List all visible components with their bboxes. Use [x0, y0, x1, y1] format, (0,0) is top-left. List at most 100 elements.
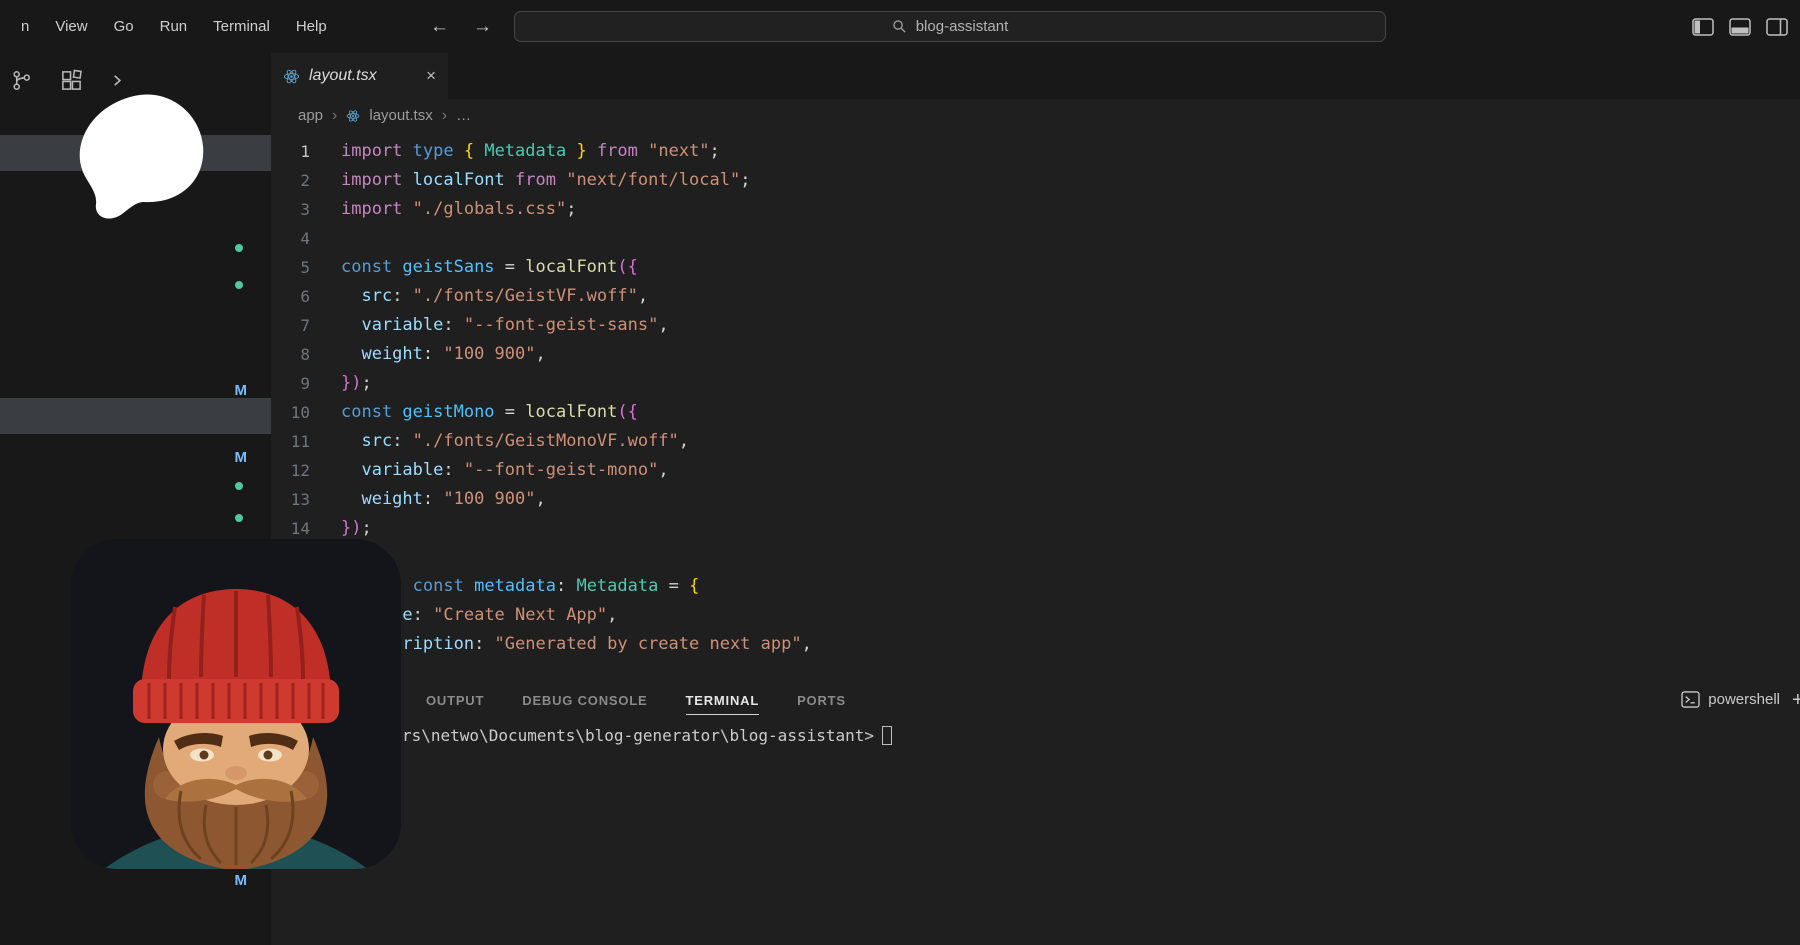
line-number: 9	[271, 369, 341, 398]
code-line[interactable]: 4	[271, 224, 1800, 253]
git-modified-badge: M	[235, 449, 248, 466]
code-token: const	[341, 253, 402, 282]
code-line[interactable]: 10const geistMono = localFont({	[271, 398, 1800, 427]
code-token: })	[341, 369, 361, 398]
code-token: from	[587, 137, 648, 166]
code-line[interactable]: 15	[271, 543, 1800, 572]
tab-label: layout.tsx	[309, 67, 377, 85]
line-number: 8	[271, 340, 341, 369]
code-token: localFont	[525, 398, 617, 427]
git-status-dot	[235, 244, 243, 252]
code-token: "Generated by create next app"	[495, 630, 802, 659]
menu-terminal[interactable]: Terminal	[200, 18, 283, 35]
code-token: geistMono	[402, 398, 504, 427]
code-line[interactable]: 12 variable: "--font-geist-mono",	[271, 456, 1800, 485]
back-arrow-icon[interactable]: ←	[430, 16, 449, 38]
code-line[interactable]: 8 weight: "100 900",	[271, 340, 1800, 369]
code-token: import	[341, 137, 402, 166]
code-line[interactable]: 1import type { Metadata } from "next";	[271, 137, 1800, 166]
powershell-terminal-icon	[1681, 691, 1700, 708]
code-token: geistSans	[402, 253, 504, 282]
close-tab-icon[interactable]: ×	[426, 66, 436, 86]
panel-tab-ports[interactable]: PORTS	[797, 693, 846, 715]
code-token: ,	[802, 630, 812, 659]
editor: layout.tsx × app › layout.tsx › … 1impor…	[271, 53, 1800, 945]
code-token: ,	[536, 485, 546, 514]
breadcrumb-separator-icon: ›	[442, 107, 447, 125]
line-number: 1	[271, 137, 341, 166]
activity-bar	[0, 53, 271, 92]
code-token: type	[402, 137, 463, 166]
line-number: 4	[271, 224, 341, 253]
tab-layout-tsx[interactable]: layout.tsx ×	[271, 53, 448, 99]
code-line[interactable]: 16export const metadata: Metadata = {	[271, 572, 1800, 601]
terminal[interactable]: rs\netwo\Documents\blog-generator\blog-a…	[402, 726, 892, 745]
menu-help[interactable]: Help	[283, 18, 340, 35]
panel-tabs: OUTPUT DEBUG CONSOLE TERMINAL PORTS	[271, 675, 1800, 715]
forward-arrow-icon[interactable]: →	[473, 16, 492, 38]
code-token: :	[423, 340, 443, 369]
code-line[interactable]: 5const geistSans = localFont({	[271, 253, 1800, 282]
code-token: weight	[341, 485, 423, 514]
command-center-search[interactable]: blog-assistant	[514, 11, 1386, 42]
code-line[interactable]: 7 variable: "--font-geist-sans",	[271, 311, 1800, 340]
new-terminal-icon[interactable]: +	[1792, 689, 1800, 712]
white-blob-overlay	[72, 92, 210, 229]
menu-view[interactable]: View	[42, 18, 100, 35]
git-status-dot	[235, 281, 243, 289]
chevron-right-icon[interactable]	[110, 73, 125, 88]
code-token: "--font-geist-sans"	[464, 311, 658, 340]
code-token: ,	[679, 427, 689, 456]
code-token: import	[341, 166, 402, 195]
code-token: ;	[361, 514, 371, 543]
code-token: "./globals.css"	[413, 195, 567, 224]
code-line[interactable]: 13 weight: "100 900",	[271, 485, 1800, 514]
extensions-icon[interactable]	[60, 69, 83, 92]
code-area[interactable]: 1import type { Metadata } from "next";2i…	[271, 132, 1800, 659]
code-line[interactable]: 6 src: "./fonts/GeistVF.woff",	[271, 282, 1800, 311]
code-token: weight	[341, 340, 423, 369]
code-line[interactable]: 2import localFont from "next/font/local"…	[271, 166, 1800, 195]
code-line[interactable]: 3import "./globals.css";	[271, 195, 1800, 224]
terminal-prompt: rs\netwo\Documents\blog-generator\blog-a…	[402, 726, 874, 745]
code-line[interactable]: 18 description: "Generated by create nex…	[271, 630, 1800, 659]
terminal-shell-selector[interactable]: powershell	[1681, 691, 1780, 708]
menu-n[interactable]: n	[8, 18, 42, 35]
code-token: ,	[638, 282, 648, 311]
code-token: "Create Next App"	[433, 601, 607, 630]
toggle-secondary-sidebar-icon[interactable]	[1766, 18, 1788, 36]
breadcrumb-item-app[interactable]: app	[298, 107, 323, 124]
code-token: variable	[341, 456, 443, 485]
code-token: "next/font/local"	[566, 166, 740, 195]
code-line[interactable]: 14});	[271, 514, 1800, 543]
menu-go[interactable]: Go	[101, 18, 147, 35]
git-status-dot	[235, 482, 243, 490]
window-layout-controls	[1692, 0, 1788, 53]
toggle-panel-icon[interactable]	[1729, 18, 1751, 36]
line-number: 5	[271, 253, 341, 282]
titlebar: nViewGoRunTerminalHelp ← → blog-assistan…	[0, 0, 1800, 53]
panel-tab-output[interactable]: OUTPUT	[426, 693, 484, 715]
code-line[interactable]: 17 title: "Create Next App",	[271, 601, 1800, 630]
panel-tab-terminal[interactable]: TERMINAL	[686, 693, 760, 715]
code-token: ,	[607, 601, 617, 630]
toggle-sidebar-icon[interactable]	[1692, 18, 1714, 36]
panel-tab-debug-console[interactable]: DEBUG CONSOLE	[522, 693, 647, 715]
breadcrumb-item-file[interactable]: layout.tsx	[369, 107, 432, 124]
line-number: 7	[271, 311, 341, 340]
code-token: {	[689, 572, 699, 601]
sidebar-selected-row[interactable]	[0, 398, 271, 434]
code-token: metadata	[474, 572, 556, 601]
code-line[interactable]: 9});	[271, 369, 1800, 398]
panel: OUTPUT DEBUG CONSOLE TERMINAL PORTS powersh…	[271, 675, 1800, 945]
react-file-icon	[283, 68, 300, 85]
code-line[interactable]: 11 src: "./fonts/GeistMonoVF.woff",	[271, 427, 1800, 456]
source-control-icon[interactable]	[10, 69, 33, 92]
breadcrumb-item-symbol[interactable]: …	[456, 107, 471, 124]
code-token: :	[392, 427, 412, 456]
menu-run[interactable]: Run	[147, 18, 201, 35]
code-token: "./fonts/GeistMonoVF.woff"	[413, 427, 679, 456]
git-modified-badge: M	[235, 872, 248, 889]
code-token: "next"	[648, 137, 709, 166]
code-token: ,	[658, 456, 668, 485]
